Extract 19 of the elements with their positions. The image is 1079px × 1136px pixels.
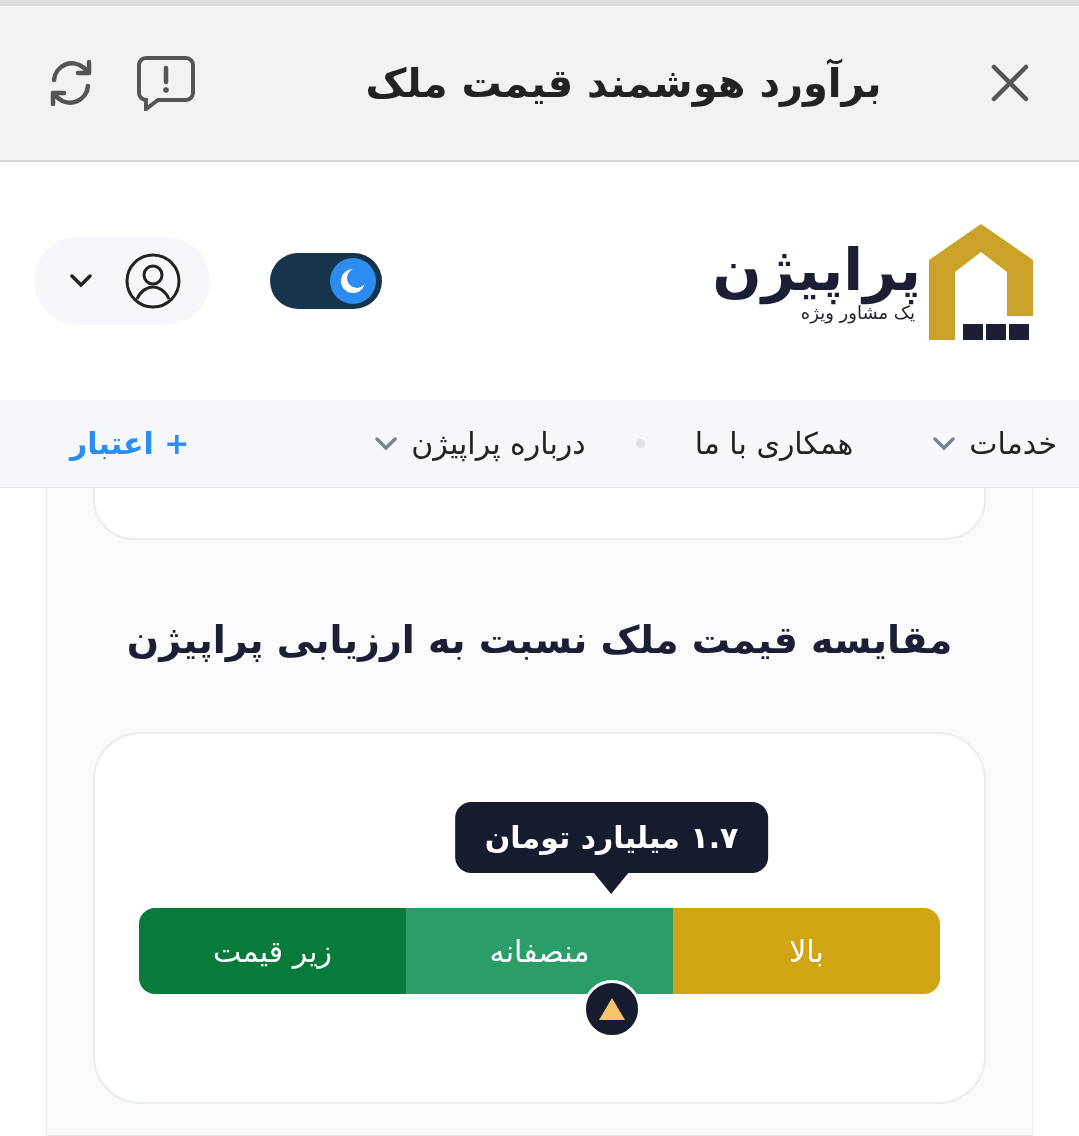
- chevron-down-icon: [375, 436, 398, 451]
- nav-menu-item[interactable]: خدمات: [933, 426, 1057, 461]
- section-title: مقایسه قیمت ملک نسبت به ارزیابی پراپیژن: [126, 618, 953, 662]
- nav-menu-item[interactable]: درباره پراپیژن: [375, 426, 586, 461]
- chevron-down-icon: [70, 274, 92, 288]
- window-title: برآورد هوشمند قیمت ملک: [364, 60, 883, 106]
- price-segment: بالا: [673, 908, 940, 994]
- close-button[interactable]: [991, 64, 1029, 102]
- brand-name: پراپیژن: [712, 238, 921, 303]
- triangle-icon: [596, 996, 627, 1022]
- feedback-button[interactable]: [136, 55, 196, 111]
- tooltip-pointer-icon: [593, 872, 630, 894]
- price-segment: منصفانه: [406, 908, 673, 994]
- moon-icon: [338, 266, 368, 296]
- user-icon: [124, 252, 182, 310]
- dark-mode-toggle[interactable]: [270, 253, 382, 309]
- nav-link[interactable]: همکاری با ما: [694, 426, 854, 461]
- price-segment: زیر قیمت: [139, 908, 406, 994]
- chevron-down-icon: [933, 436, 956, 451]
